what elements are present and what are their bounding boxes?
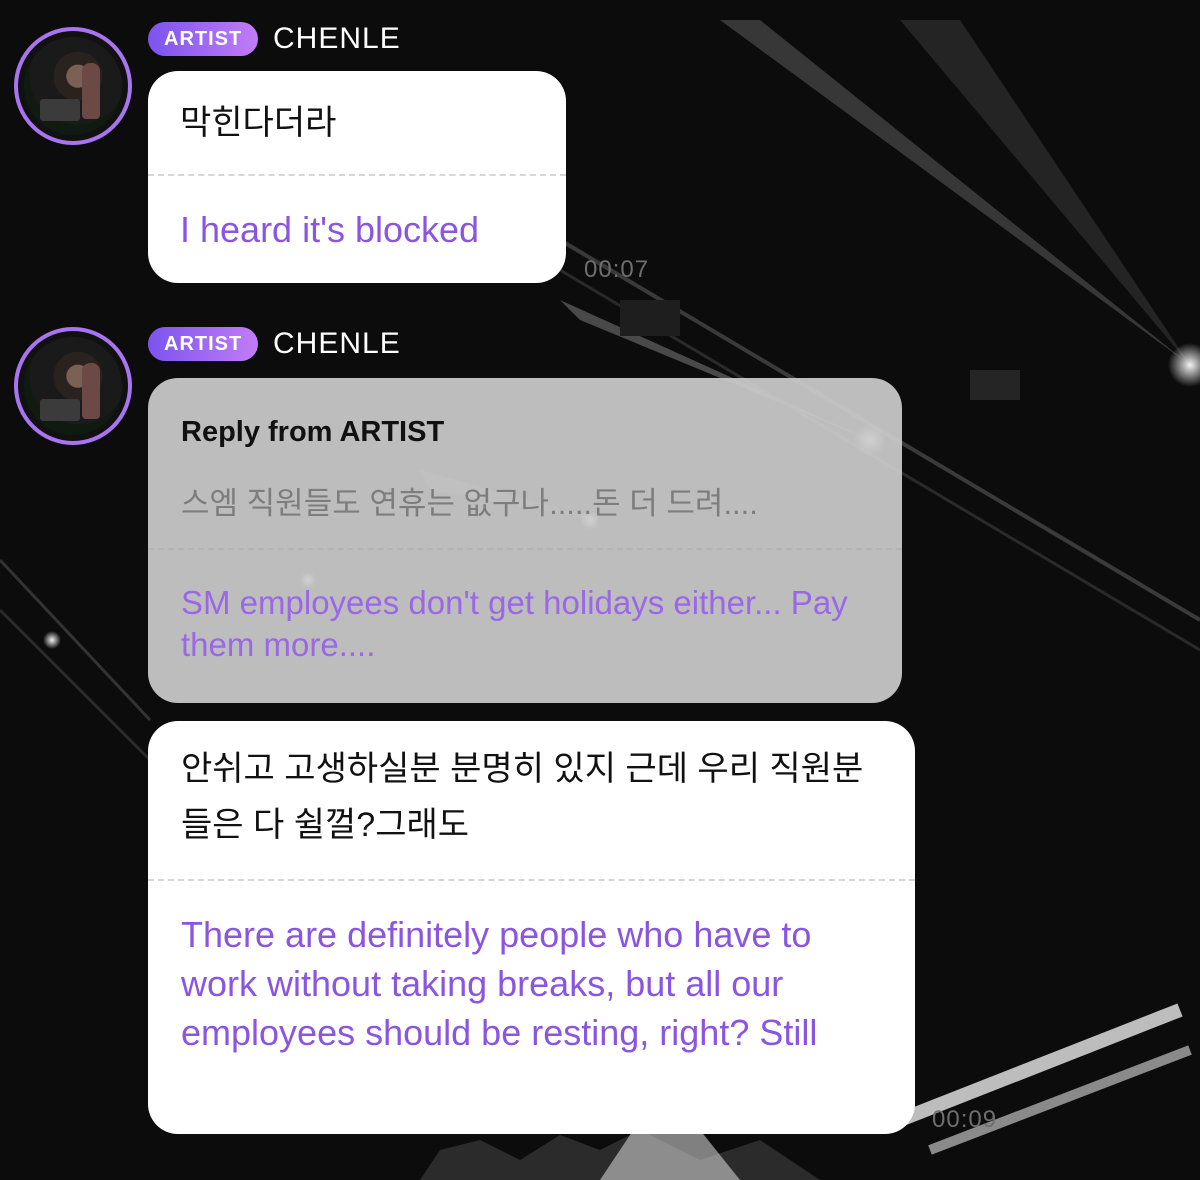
message-translation-text: There are definitely people who have to … (181, 914, 818, 1053)
sender-name: CHENLE (273, 22, 401, 55)
message-bubble[interactable]: 막힌다더라 I heard it's blocked (148, 71, 566, 283)
message-original-text: 막힌다더라 (180, 104, 337, 142)
translation-divider (148, 174, 566, 176)
sender-avatar[interactable] (14, 327, 132, 445)
avatar-sign (40, 99, 80, 121)
message-timestamp: 00:07 (584, 256, 650, 283)
avatar-photo (24, 337, 122, 435)
message-timestamp: 00:09 (932, 1106, 998, 1133)
sender-name: CHENLE (273, 327, 401, 360)
artist-badge: ARTIST (148, 22, 259, 56)
artist-badge: ARTIST (148, 327, 259, 361)
avatar-figure (82, 363, 100, 419)
avatar-figure (82, 63, 100, 119)
translation-divider (148, 548, 902, 550)
avatar-photo (24, 37, 122, 135)
message-translation-text: I heard it's blocked (180, 209, 480, 250)
avatar-sign (40, 399, 80, 421)
sender-avatar[interactable] (14, 27, 132, 145)
message-bubble[interactable]: 안쉬고 고생하실분 분명히 있지 근데 우리 직원분들은 다 쉴껄?그래도 Th… (148, 721, 915, 1134)
message-original-text: 안쉬고 고생하실분 분명히 있지 근데 우리 직원분들은 다 쉴껄?그래도 (181, 750, 864, 844)
reply-quote-bubble[interactable]: Reply from ARTIST 스엠 직원들도 연휴는 없구나.....돈 … (148, 378, 902, 703)
reply-translation-text: SM employees don't get holidays either..… (181, 584, 848, 663)
reply-header: Reply from ARTIST (181, 416, 445, 448)
translation-divider (148, 879, 915, 881)
reply-original-text: 스엠 직원들도 연휴는 없구나.....돈 더 드려.... (181, 486, 758, 521)
